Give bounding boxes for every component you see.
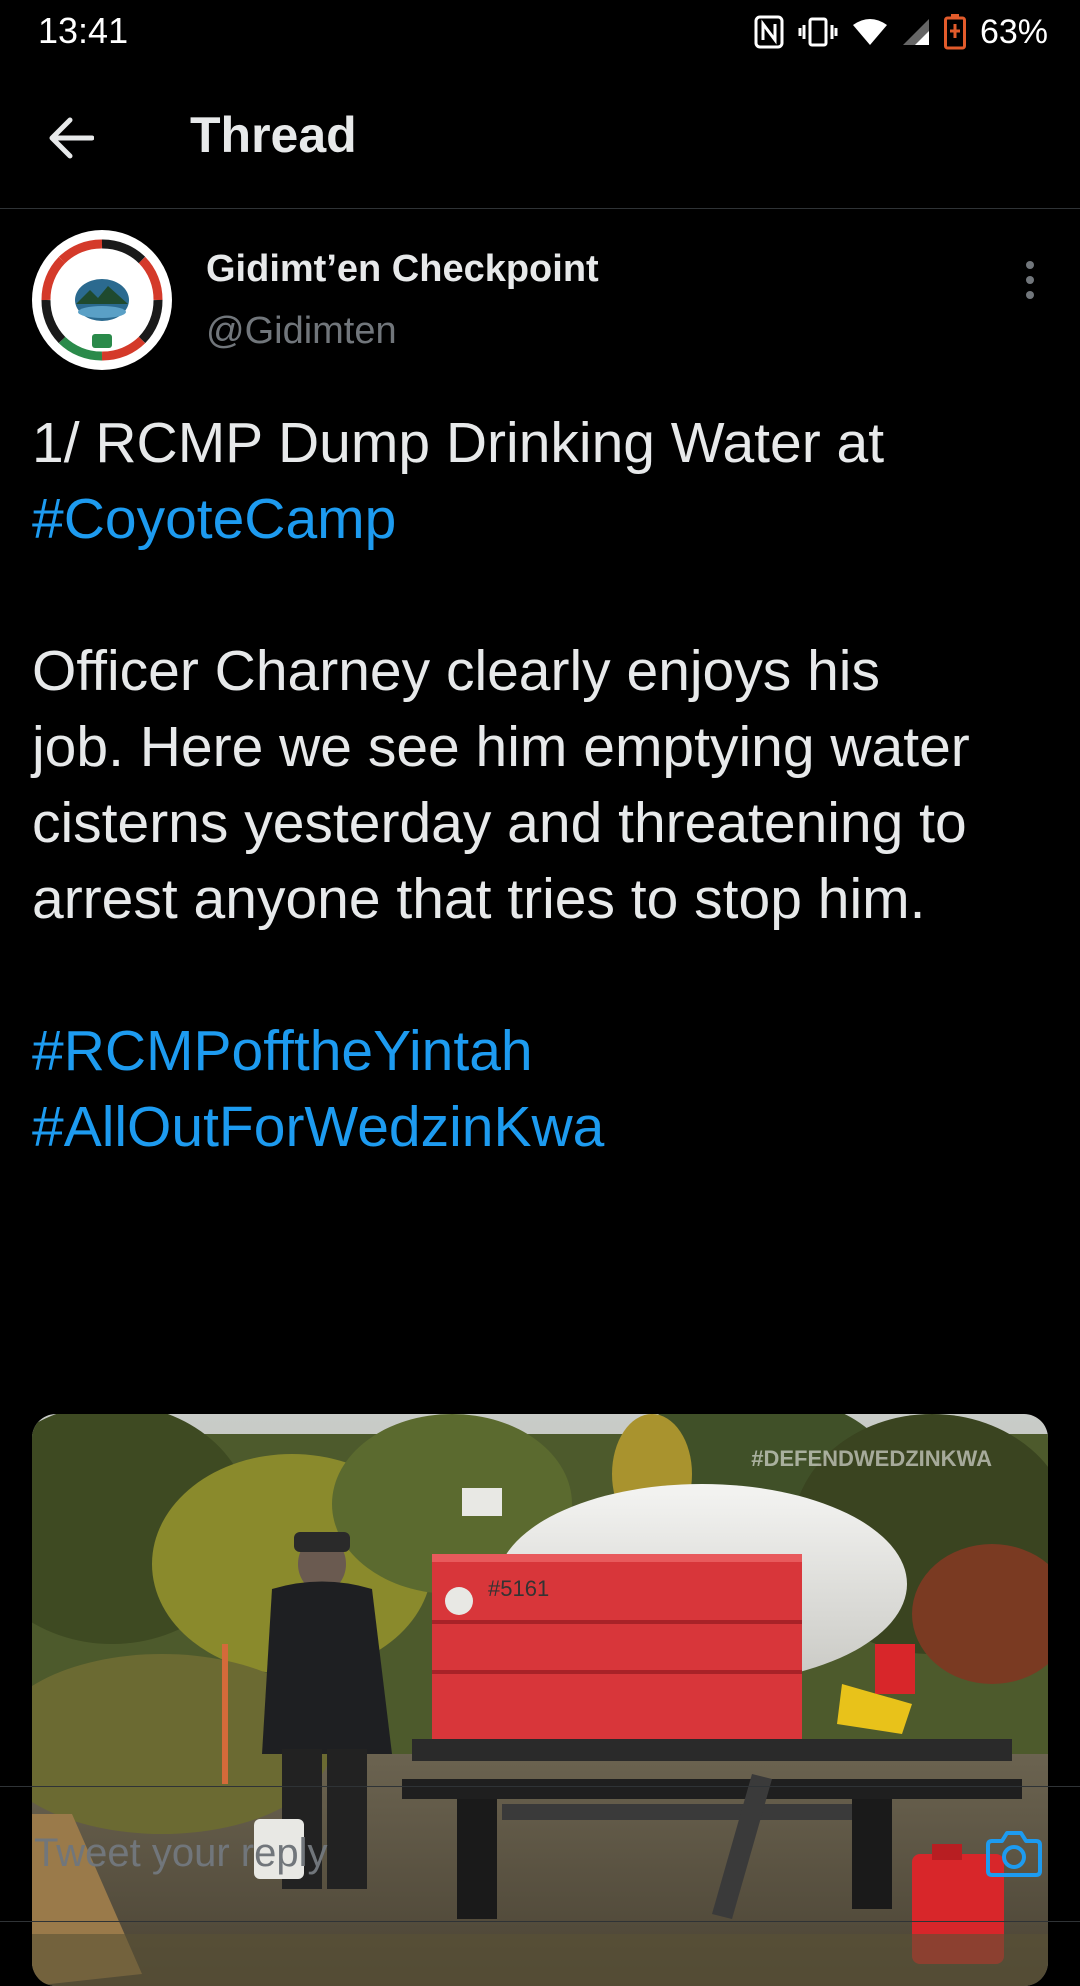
author-name[interactable]: Gidimt’en Checkpoint — [206, 248, 599, 291]
status-icons: 63% — [754, 12, 1048, 52]
hashtag-coyotecamp[interactable]: #CoyoteCamp — [32, 481, 1042, 557]
tweet-body-line: arrest anyone that tries to stop him. — [32, 867, 926, 931]
tweet-body-line: job. Here we see him emptying water — [32, 715, 970, 779]
battery-percent: 63% — [979, 12, 1048, 51]
arrow-left-icon — [49, 117, 94, 159]
more-dot — [1026, 276, 1034, 284]
hashtag-alloutforwedzinkwa[interactable]: #AllOutForWedzinKwa — [32, 1089, 1042, 1165]
nfc-icon — [754, 15, 784, 49]
more-dot — [1026, 261, 1034, 269]
more-options-button[interactable] — [1010, 250, 1050, 310]
tank-label: #5161 — [488, 1576, 549, 1601]
back-button[interactable] — [40, 108, 100, 168]
reply-input[interactable] — [32, 1787, 936, 1919]
more-dot — [1026, 291, 1034, 299]
hashtag-rcmpofftheyintah[interactable]: #RCMPofftheYintah — [32, 1013, 1042, 1089]
vibrate-icon — [798, 16, 838, 48]
battery-icon — [943, 14, 966, 50]
tweet-body-line: cisterns yesterday and threatening to — [32, 791, 967, 855]
status-time: 13:41 — [38, 10, 129, 51]
author-handle[interactable]: @Gidimten — [206, 310, 397, 353]
tweet-text: 1/ RCMP Dump Drinking Water at #CoyoteCa… — [32, 405, 1042, 1165]
tweet-headline: 1/ RCMP Dump Drinking Water at — [32, 411, 885, 475]
avatar[interactable] — [32, 230, 172, 370]
camera-button[interactable] — [986, 1827, 1042, 1879]
wifi-icon — [852, 17, 888, 47]
reply-bar — [0, 1786, 1080, 1922]
gidimten-logo — [34, 232, 170, 368]
media-watermark: #DEFENDWEDZINKWA — [751, 1446, 992, 1471]
tweet-body-line: Officer Charney clearly enjoys his — [32, 639, 880, 703]
camera-icon — [986, 1831, 1042, 1877]
thread-header: Thread — [0, 64, 1080, 209]
signal-icon — [902, 17, 930, 47]
status-bar: 13:41 63% — [0, 0, 1080, 64]
page-title: Thread — [190, 107, 357, 163]
